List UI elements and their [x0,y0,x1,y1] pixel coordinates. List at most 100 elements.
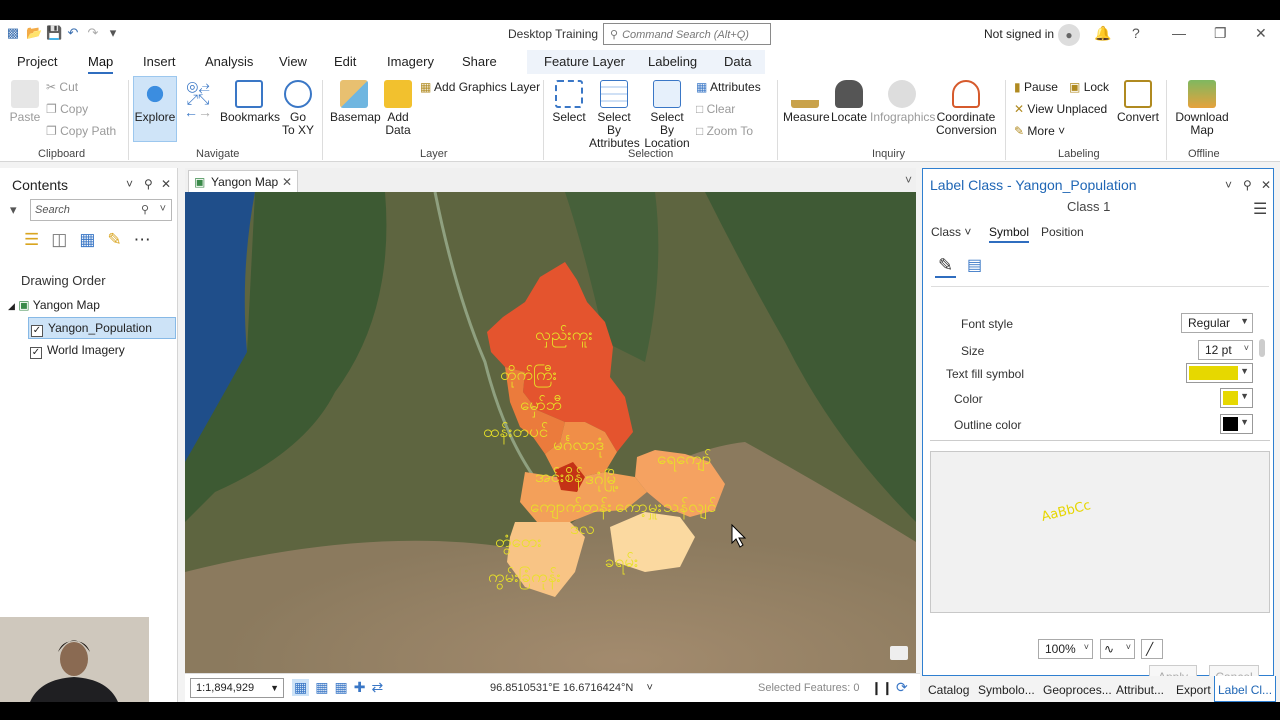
help-icon[interactable]: ? [1132,25,1140,41]
zoom-to-button[interactable]: □ Zoom To [696,124,753,138]
save-icon[interactable]: 💾 [46,26,62,40]
cut-button[interactable]: ✂ Cut [46,80,78,94]
basemap-button[interactable]: Basemap [330,80,381,124]
format-text-symbol-icon[interactable]: ✎ [935,255,957,278]
layer-visibility-checkbox[interactable]: ✓ [31,325,43,337]
color-swatch[interactable]: ▼ [1220,388,1253,408]
lock-button[interactable]: ▣ Lock [1069,80,1109,94]
tab-labeling[interactable]: Labeling [648,54,697,69]
notification-bell-icon[interactable]: 🔔 [1094,25,1111,42]
tab-data[interactable]: Data [724,54,751,69]
close-pane-icon[interactable]: ✕ [1261,178,1271,192]
more-button[interactable]: ✎ More ˅ [1014,124,1065,138]
data-source-view-icon[interactable]: ◫ [51,230,67,250]
paste-button[interactable]: Paste [8,80,42,124]
preview-zoom-dropdown[interactable]: 100% ˅ [1038,639,1093,659]
dynamic-constraints-icon[interactable]: ✚ [354,679,366,696]
drawing-order-view-icon[interactable]: ☰ [24,230,39,250]
properties-icon[interactable]: ▤ [967,255,982,275]
chevron-down-icon[interactable]: ˅ [646,682,652,694]
chevron-down-icon[interactable]: ˅ [905,173,912,187]
download-map-button[interactable]: Download Map [1174,80,1230,137]
dock-tab-symbology[interactable]: Symbolo... [978,683,1035,697]
scale-dropdown[interactable]: 1:1,894,929 ▼ [190,678,284,698]
outline-color-swatch[interactable]: ▼ [1220,414,1253,434]
redo-icon[interactable]: ↷ [86,26,100,40]
dock-tab-attributes[interactable]: Attribut... [1116,683,1164,697]
explore-button[interactable]: Explore [134,80,176,124]
more-options-icon[interactable]: ⋯ [134,230,151,250]
copy-button[interactable]: ❐ Copy [46,102,88,116]
tab-imagery[interactable]: Imagery [387,54,434,69]
refresh-icon[interactable]: ⟳ [896,679,908,696]
tab-class[interactable]: Class ˅ [931,225,971,239]
undo-icon[interactable]: ↶ [66,26,80,40]
snapping-icon[interactable]: ▦ [292,679,310,696]
customize-icon[interactable]: ▾ [106,26,120,40]
measure-button[interactable]: Measure [783,80,830,124]
tab-insert[interactable]: Insert [143,54,176,69]
tree-layer-world-imagery[interactable]: ✓ World Imagery [30,343,125,359]
dock-tab-catalog[interactable]: Catalog [928,683,969,697]
attributes-button[interactable]: ▦ Attributes [696,80,761,94]
filter-icon[interactable]: ▾ [10,202,17,218]
tab-view[interactable]: View [279,54,307,69]
select-by-attributes-button[interactable]: Select By Attributes [589,80,640,150]
hamburger-menu-icon[interactable]: ☰ [1253,199,1267,219]
tab-symbol[interactable]: Symbol [989,225,1030,243]
pause-button[interactable]: ▮ Pause [1014,80,1058,94]
pin-icon[interactable]: ⚲ [144,177,153,191]
preview-toggle-button[interactable]: ╱ [1141,639,1163,659]
nav-tools[interactable]: ◎⥄ ⤢⤡ ←→ [180,79,216,119]
tab-position[interactable]: Position [1041,225,1084,239]
dock-tab-geoprocessing[interactable]: Geoproces... [1043,683,1112,697]
select-button[interactable]: Select [551,80,587,124]
layer-visibility-checkbox[interactable]: ✓ [30,347,42,359]
user-avatar-icon[interactable]: ● [1058,24,1080,46]
pin-icon[interactable]: ⚲ [1243,178,1252,192]
properties-scrollbar[interactable] [1259,339,1265,357]
map-view-tab[interactable]: ▣ Yangon Map ✕ [188,170,298,192]
close-pane-icon[interactable]: ✕ [161,177,171,191]
command-search-input[interactable]: ⚲ Command Search (Alt+Q) [603,23,771,45]
tab-map[interactable]: Map [88,54,114,74]
open-icon[interactable]: 📂 [26,26,42,40]
coordinate-conversion-button[interactable]: Coordinate Conversion [936,80,997,137]
constraints-icon[interactable]: ▦ [334,679,347,696]
minimize-icon[interactable]: — [1172,25,1186,41]
map-overview-icon[interactable] [890,646,908,660]
tab-edit[interactable]: Edit [334,54,356,69]
splitter[interactable] [930,440,1270,441]
contents-search-input[interactable]: Search ⚲ ˅ [30,199,172,221]
add-graphics-layer-button[interactable]: ▦ Add Graphics Layer [420,80,540,94]
grid-icon[interactable]: ▦ [315,679,328,696]
close-icon[interactable]: ✕ [1255,25,1267,42]
pause-drawing-icon[interactable]: ❙❙ [871,680,893,696]
tab-project[interactable]: Project [17,54,57,69]
navigation-icon[interactable]: ⇄ [371,679,383,696]
close-tab-icon[interactable]: ✕ [282,175,292,189]
restore-icon[interactable]: ❐ [1214,25,1227,42]
preview-curve-dropdown[interactable]: ∿ ˅ [1100,639,1135,659]
view-unplaced-button[interactable]: ✕ View Unplaced [1014,102,1107,116]
tree-layer-yangon-population[interactable]: ✓ Yangon_Population [28,317,176,339]
tree-map-item[interactable]: ◢ ▣ Yangon Map [8,298,100,312]
convert-button[interactable]: Convert [1116,80,1160,124]
dock-tab-export[interactable]: Export [1176,683,1211,697]
infographics-button[interactable]: Infographics [870,80,935,124]
locate-button[interactable]: Locate [829,80,869,124]
size-dropdown[interactable]: 12 pt ˅ [1198,340,1253,360]
pane-menu-chevron-icon[interactable]: ˅ [126,177,133,191]
selection-view-icon[interactable]: ▦ [79,230,95,250]
signin-status[interactable]: Not signed in [984,27,1054,41]
clear-button[interactable]: □ Clear [696,102,735,116]
font-style-dropdown[interactable]: Regular ▼ [1181,313,1253,333]
bookmarks-button[interactable]: Bookmarks [220,80,280,124]
select-by-location-button[interactable]: Select By Location [642,80,692,150]
tab-analysis[interactable]: Analysis [205,54,253,69]
pane-menu-chevron-icon[interactable]: ˅ [1225,178,1232,192]
copy-path-button[interactable]: ❐ Copy Path [46,124,116,138]
text-fill-symbol-swatch[interactable]: ▼ [1186,363,1253,383]
map-canvas[interactable]: လှည်းကူး တိုက်ကြီး မှော်ဘီ ထန်းတပင် မင်္… [185,192,916,673]
add-data-button[interactable]: Add Data [381,80,415,137]
